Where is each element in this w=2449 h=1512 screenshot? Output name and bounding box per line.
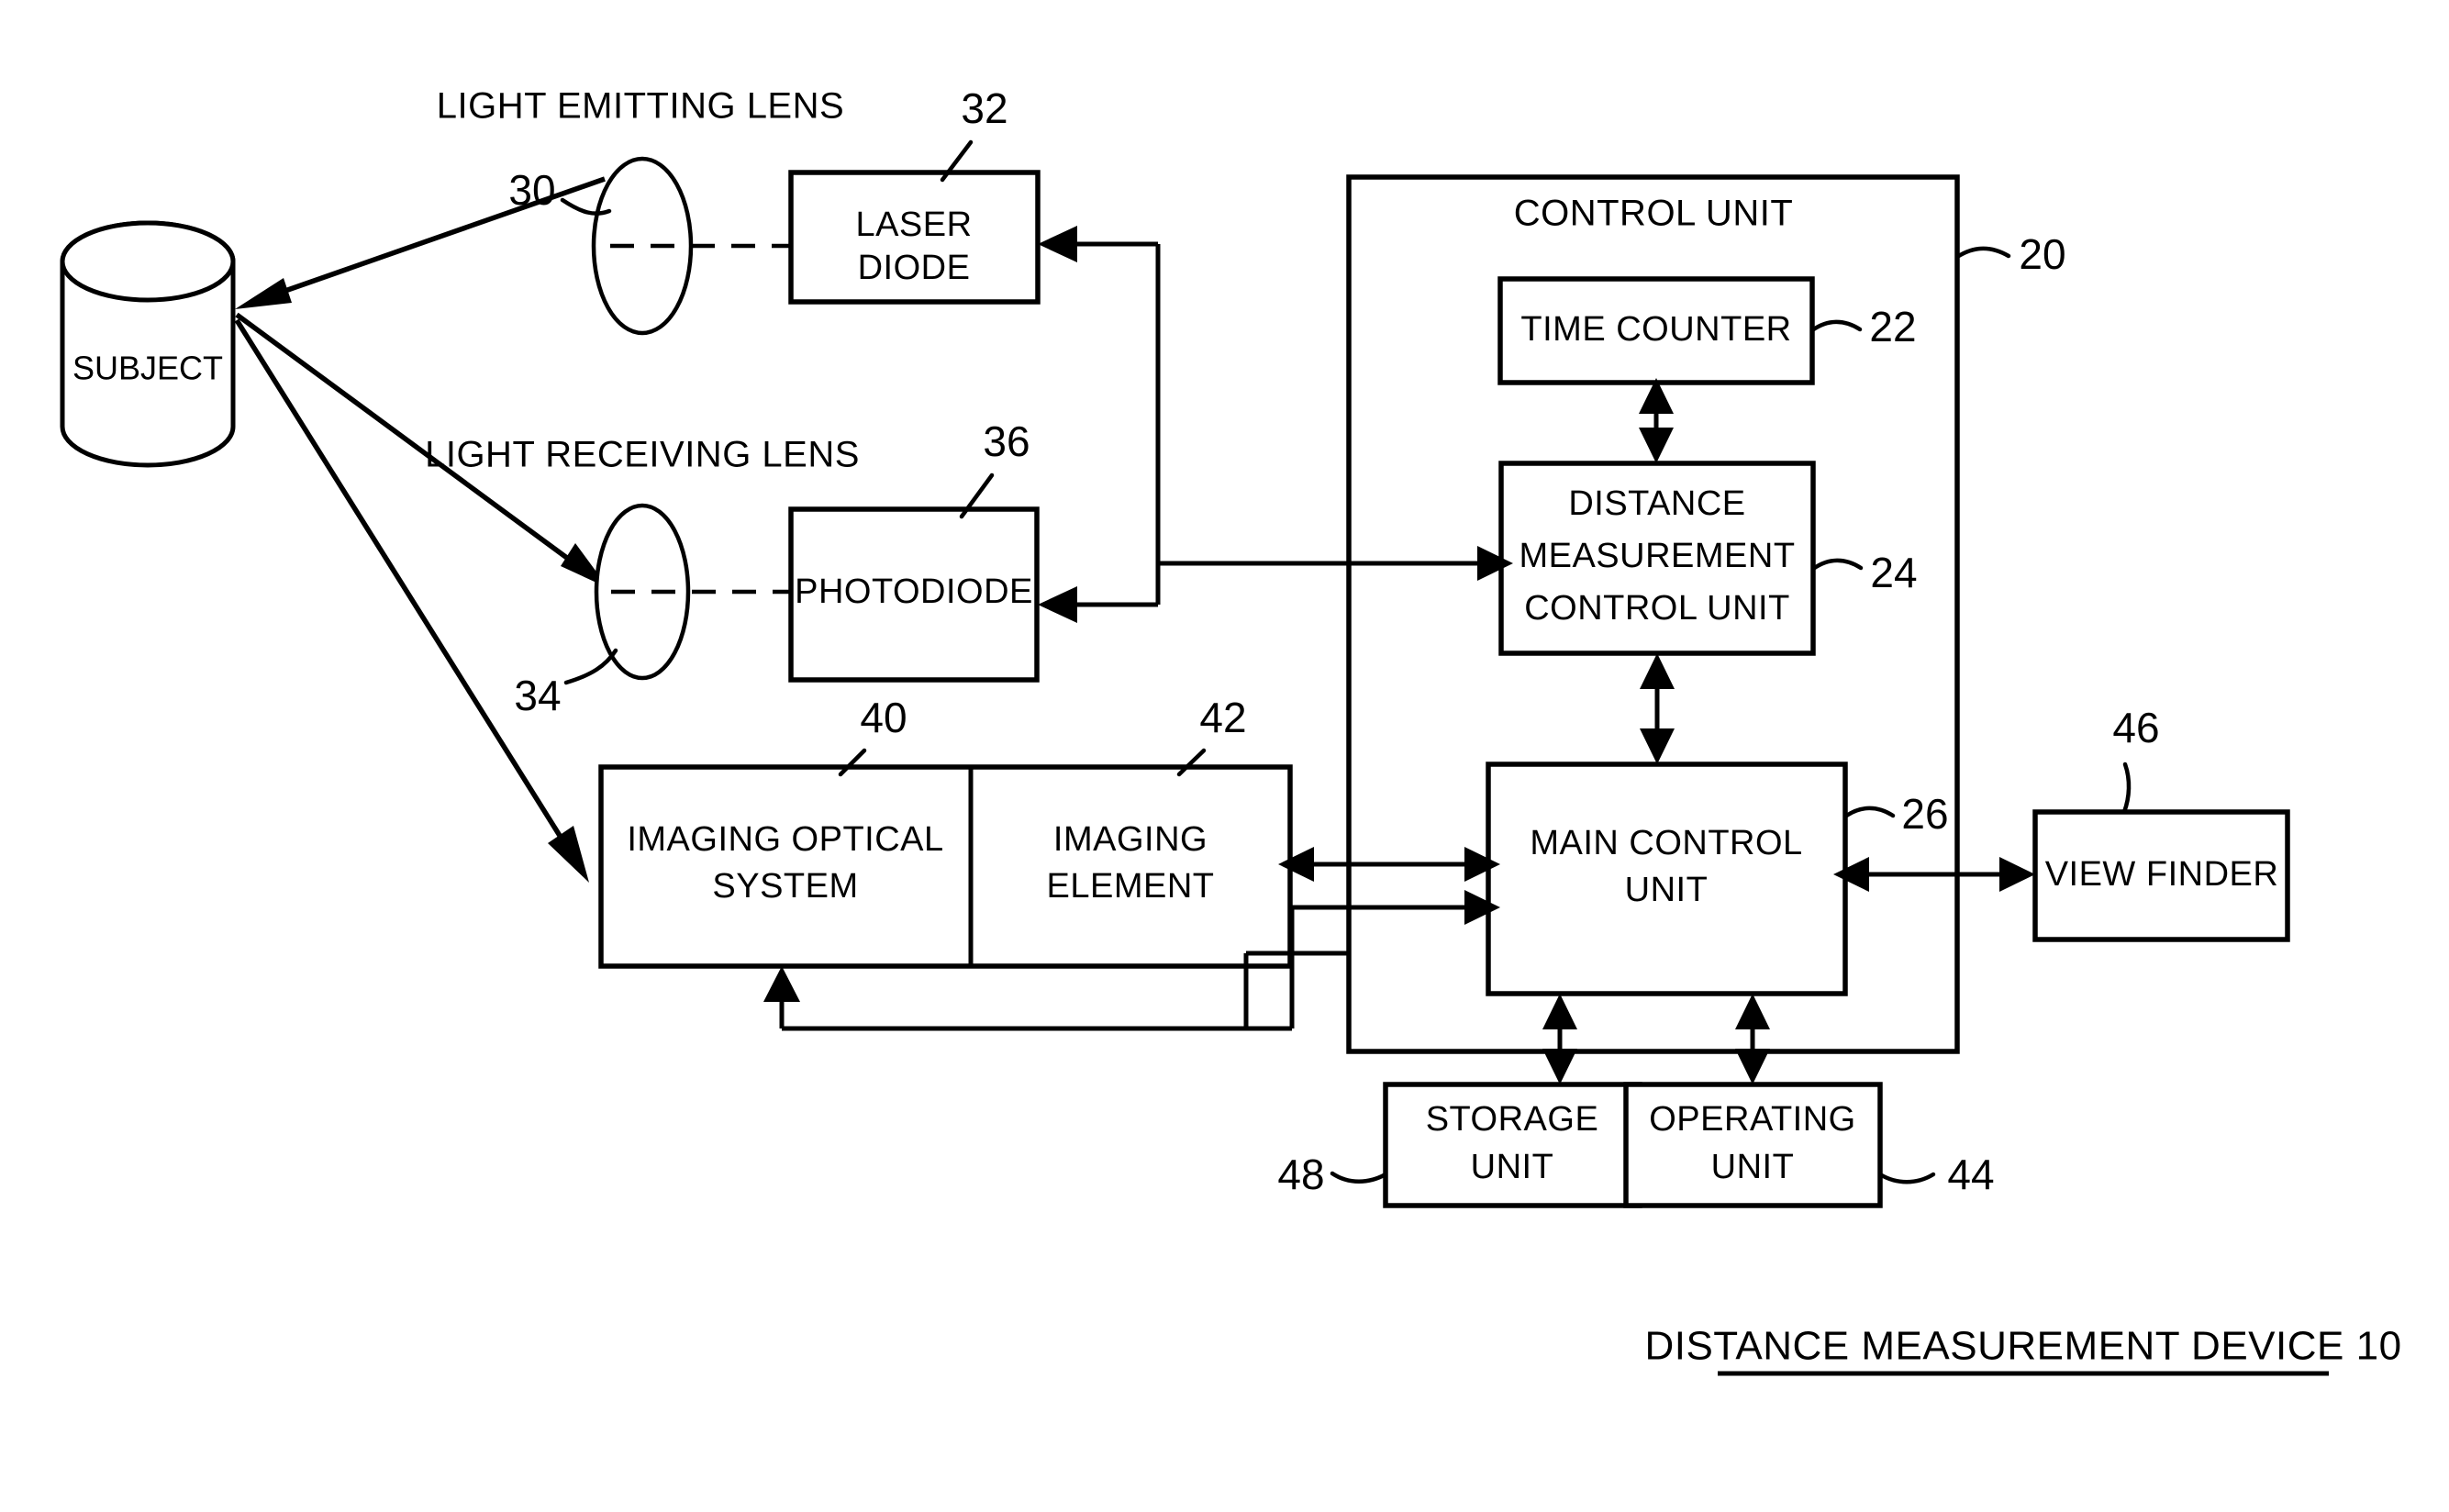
ref-26: 26 (1901, 790, 1948, 838)
control-unit-label: CONTROL UNIT (1514, 194, 1794, 234)
storage-unit-node: STORAGE UNIT 48 (1277, 1082, 1642, 1208)
view-finder-node: VIEW FINDER 46 (2032, 704, 2290, 942)
ref-32: 32 (961, 84, 1007, 132)
time-counter-label: TIME COUNTER (1520, 310, 1791, 349)
view-finder-label: VIEW FINDER (2045, 855, 2279, 894)
ref-36: 36 (983, 417, 1030, 465)
imaging-optical-system-label-line2: SYSTEM (712, 867, 858, 906)
imaging-element-label-line1: IMAGING (1053, 820, 1208, 859)
figure-canvas: SUBJECT LIGHT EMITTING LENS 30 LASER DIO… (0, 0, 2449, 1512)
light-emitting-lens-node: LIGHT EMITTING LENS 30 (437, 86, 844, 336)
subject-label: SUBJECT (72, 350, 223, 387)
light-emitting-lens-label: LIGHT EMITTING LENS (437, 86, 844, 127)
operating-unit-label-line2: UNIT (1711, 1148, 1795, 1186)
connector-mcu-to-view-finder (1833, 857, 2035, 892)
dmcu-label-line1: DISTANCE (1568, 484, 1745, 523)
ref-30: 30 (508, 166, 555, 214)
ref-44: 44 (1947, 1151, 1994, 1198)
photodiode-label: PHOTODIODE (795, 573, 1033, 611)
main-control-unit-label-line1: MAIN CONTROL (1530, 824, 1802, 862)
connector-mcu-to-operating-unit (1735, 994, 1770, 1084)
laser-diode-label-line2: DIODE (858, 249, 971, 287)
laser-diode-label-line1: LASER (855, 206, 972, 244)
light-receiving-lens-label: LIGHT RECEIVING LENS (425, 435, 860, 475)
dmcu-label-line2: MEASUREMENT (1519, 537, 1795, 575)
ref-22: 22 (1869, 303, 1916, 350)
connector-mcu-to-storage-unit (1542, 994, 1577, 1084)
distance-measurement-control-unit-node: DISTANCE MEASUREMENT CONTROL UNIT 24 (1498, 461, 1918, 656)
ref-24: 24 (1870, 549, 1917, 596)
ref-42: 42 (1199, 694, 1246, 741)
main-control-unit-node: MAIN CONTROL UNIT 26 (1486, 762, 1949, 996)
figure-caption: DISTANCE MEASUREMENT DEVICE 10 (1644, 1324, 2401, 1376)
figure-caption-text: DISTANCE MEASUREMENT DEVICE 10 (1644, 1324, 2401, 1369)
ref-34: 34 (514, 672, 561, 719)
main-control-unit-label-line2: UNIT (1625, 871, 1709, 909)
dmcu-label-line3: CONTROL UNIT (1524, 589, 1790, 628)
block-diagram-svg: SUBJECT LIGHT EMITTING LENS 30 LASER DIO… (60, 84, 2401, 1376)
storage-unit-label-line1: STORAGE (1426, 1100, 1599, 1139)
ref-46: 46 (2112, 704, 2159, 751)
operating-unit-node: OPERATING UNIT 44 (1623, 1082, 1995, 1208)
operating-unit-label-line1: OPERATING (1649, 1100, 1856, 1139)
ref-40: 40 (860, 694, 907, 741)
ref-20: 20 (2019, 230, 2065, 278)
connector-dmcu-to-mcu (1640, 653, 1675, 764)
ray-subject-to-imaging (234, 318, 589, 883)
ref-48: 48 (1277, 1151, 1324, 1198)
imaging-optical-system-label-line1: IMAGING OPTICAL (627, 820, 943, 859)
storage-unit-label-line2: UNIT (1471, 1148, 1554, 1186)
time-counter-node: TIME COUNTER 22 (1497, 276, 1917, 385)
imaging-block-node: IMAGING OPTICAL SYSTEM IMAGING ELEMENT 4… (598, 694, 1293, 969)
connector-dmcu-to-photodiode-and-laser (1038, 226, 1513, 623)
imaging-element-label-line2: ELEMENT (1047, 867, 1215, 906)
connector-time-counter-to-dmcu (1639, 378, 1674, 463)
subject-node: SUBJECT (60, 220, 236, 468)
